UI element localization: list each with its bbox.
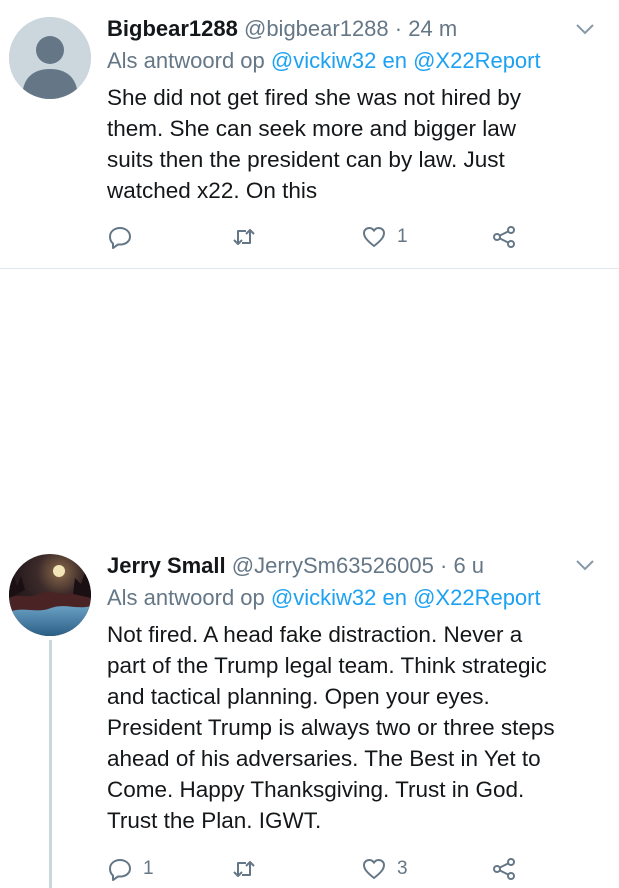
reply-joiner: en: [382, 48, 407, 73]
tweet-text: Not fired. A head fake distraction. Neve…: [107, 622, 555, 833]
tweet-header: Bigbear1288 @bigbear1288 · 24 m: [107, 14, 457, 44]
separator-dot: ·: [394, 16, 403, 41]
reply-prefix: Als antwoord op: [107, 585, 265, 610]
mention-link[interactable]: @vickiw32: [271, 585, 376, 610]
retweet-icon: [233, 861, 255, 877]
retweet-button[interactable]: [231, 220, 267, 254]
like-count: 3: [397, 858, 408, 879]
reply-count: 1: [143, 858, 154, 879]
reply-context: Als antwoord op @vickiw32 en @X22Report: [107, 583, 541, 613]
like-count: 1: [397, 226, 408, 247]
reply-context: Als antwoord op @vickiw32 en @X22Report: [107, 46, 541, 76]
tweet-header: Jerry Small @JerrySm63526005 · 6 u: [107, 551, 484, 581]
retweet-icon: [233, 229, 255, 245]
default-avatar-icon: [9, 17, 91, 99]
reply-button[interactable]: [107, 220, 143, 254]
tweet-actions: 1 3: [107, 852, 527, 886]
chevron-down-icon[interactable]: [575, 558, 595, 572]
timestamp[interactable]: 6 u: [453, 553, 484, 578]
tweet[interactable]: Bigbear1288 @bigbear1288 · 24 m Als antw…: [0, 0, 619, 268]
reply-prefix: Als antwoord op: [107, 48, 265, 73]
display-name[interactable]: Bigbear1288: [107, 16, 238, 41]
tweet-actions: 1: [107, 220, 527, 254]
timestamp[interactable]: 24 m: [408, 16, 457, 41]
share-icon: [493, 226, 515, 248]
share-button[interactable]: [491, 852, 517, 886]
share-icon: [493, 858, 515, 880]
tweet[interactable]: Jerry Small @JerrySm63526005 · 6 u Als a…: [0, 268, 619, 888]
user-handle[interactable]: @bigbear1288: [244, 16, 389, 41]
tweet-text: She did not get fired she was not hired …: [107, 85, 522, 203]
reply-button[interactable]: 1: [107, 852, 154, 886]
reply-icon: [109, 227, 131, 249]
retweet-button[interactable]: [231, 852, 267, 886]
like-button[interactable]: 1: [361, 220, 408, 254]
default-avatar[interactable]: [9, 17, 91, 99]
thread-line: [49, 640, 52, 888]
separator-dot: ·: [440, 553, 448, 578]
mention-link[interactable]: @X22Report: [413, 48, 541, 73]
heart-icon: [363, 227, 385, 247]
user-avatar[interactable]: [9, 554, 91, 636]
like-button[interactable]: 3: [361, 852, 408, 886]
reply-icon: [109, 859, 131, 881]
heart-icon: [363, 859, 385, 879]
avatar-photo-icon: [9, 554, 91, 636]
reply-joiner: en: [382, 585, 407, 610]
display-name[interactable]: Jerry Small: [107, 553, 226, 578]
user-handle[interactable]: @JerrySm63526005: [232, 553, 434, 578]
share-button[interactable]: [491, 220, 517, 254]
mention-link[interactable]: @vickiw32: [271, 48, 376, 73]
mention-link[interactable]: @X22Report: [413, 585, 541, 610]
chevron-down-icon[interactable]: [575, 22, 595, 36]
